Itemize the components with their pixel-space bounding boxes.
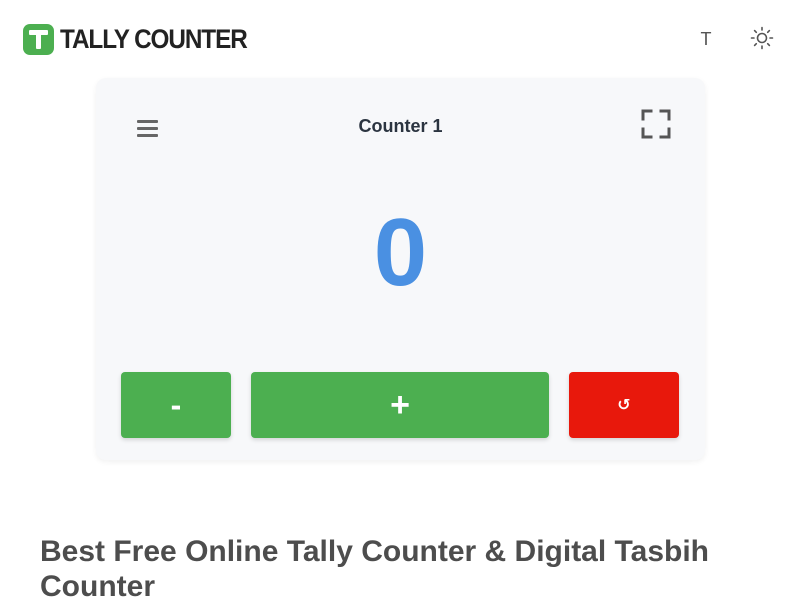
counter-title[interactable]: Counter 1 [96,116,705,137]
fullscreen-icon[interactable] [640,108,672,140]
reset-button[interactable]: ↺ [569,372,679,438]
logo-text: TALLY COUNTER [60,23,248,54]
font-size-toggle-button[interactable]: T [692,26,720,52]
counter-card: Counter 1 0 - + ↺ [96,78,705,460]
reset-icon: ↺ [617,397,631,414]
increment-button[interactable]: + [251,372,549,438]
site-logo[interactable]: TALLY COUNTER [23,23,267,55]
page-headline: Best Free Online Tally Counter & Digital… [40,535,709,603]
logo-icon [23,23,54,55]
sun-icon[interactable] [750,26,774,50]
count-display: 0 [373,199,428,306]
decrement-button[interactable]: - [121,372,231,438]
site-header: TALLY COUNTER T [0,0,800,78]
